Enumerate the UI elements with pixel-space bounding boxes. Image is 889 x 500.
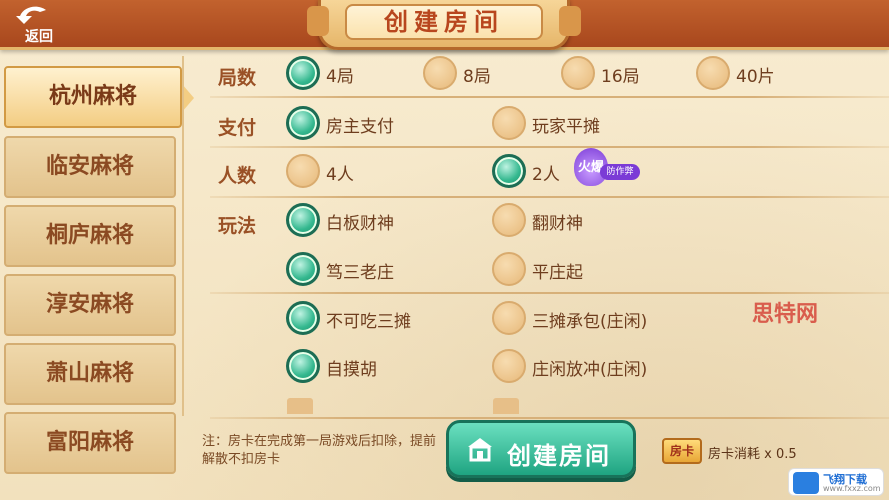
checkbox-selected (286, 203, 320, 237)
watermark-logo: 飞翔下载 www.fxxz.com (788, 468, 884, 496)
option-label: 房主支付 (326, 117, 394, 137)
rounds-option-4[interactable]: 4局 (286, 56, 386, 92)
checkbox-unselected (287, 398, 313, 414)
sidebar-item-linan[interactable]: 临安麻将 (4, 136, 176, 198)
sidebar-item-chunan[interactable]: 淳安麻将 (4, 274, 176, 336)
rounds-option-16[interactable]: 16局 (561, 56, 661, 92)
divider (210, 146, 889, 148)
option-label: 自摸胡 (326, 360, 377, 380)
checkbox-unselected (492, 349, 526, 383)
sidebar-item-fuyang[interactable]: 富阳麻将 (4, 412, 176, 474)
rule-option-fan-caishen[interactable]: 翻财神 (492, 203, 672, 239)
house-icon (468, 438, 492, 462)
anticheat-tag: 防作弊 (600, 164, 640, 180)
players-label: 人数 (218, 165, 257, 187)
checkbox-unselected (492, 252, 526, 286)
watermark-logo-line2: www.fxxz.com (823, 484, 881, 493)
radio-unselected (423, 56, 457, 90)
radio-selected (492, 154, 526, 188)
back-button[interactable]: 返回 (12, 2, 66, 48)
checkbox-unselected (492, 203, 526, 237)
option-label: 40片 (736, 67, 775, 87)
rule-option-bukechi-santan[interactable]: 不可吃三摊 (286, 301, 466, 337)
sidebar-item-hangzhou[interactable]: 杭州麻将 (4, 66, 194, 128)
page-title: 创建房间 (345, 4, 543, 40)
rule-option-zimohu[interactable]: 自摸胡 (286, 349, 466, 385)
option-label: 翻财神 (532, 214, 583, 234)
create-room-label: 创建房间 (507, 442, 611, 470)
rule-option-dusan-laozhuang[interactable]: 笃三老庄 (286, 252, 466, 288)
rule-option-baiban-caishen[interactable]: 白板财神 (286, 203, 466, 239)
radio-unselected (696, 56, 730, 90)
watermark-text: 思特网 (752, 302, 819, 327)
rule-option-pingzhuangqi[interactable]: 平庄起 (492, 252, 672, 288)
divider (210, 196, 889, 198)
option-label: 不可吃三摊 (326, 312, 411, 332)
option-label: 4局 (326, 67, 354, 87)
plaque-left-ornament (307, 6, 329, 36)
payment-option-host[interactable]: 房主支付 (286, 106, 446, 142)
option-label: 笃三老庄 (326, 263, 394, 283)
header-bar: 返回 创建房间 (0, 0, 889, 50)
back-arrow-icon (16, 6, 46, 24)
rule-option-zhuangxian-fangchong[interactable]: 庄闲放冲(庄闲) (492, 349, 692, 385)
payment-option-split[interactable]: 玩家平摊 (492, 106, 652, 142)
watermark-logo-icon (793, 472, 819, 494)
divider (210, 96, 889, 98)
room-card-icon: 房卡 (662, 438, 702, 464)
hot-anticheat-badge: 火爆 防作弊 (574, 148, 640, 186)
divider (210, 292, 889, 294)
option-label: 平庄起 (532, 263, 583, 283)
divider (210, 417, 889, 419)
players-option-2[interactable]: 2人 火爆 防作弊 (492, 148, 652, 190)
radio-unselected (561, 56, 595, 90)
option-label: 4人 (326, 165, 354, 185)
checkbox-unselected (492, 301, 526, 335)
checkbox-unselected (493, 398, 519, 414)
back-label: 返回 (25, 29, 53, 45)
checkbox-selected (286, 301, 320, 335)
plaque-right-ornament (559, 6, 581, 36)
option-label: 8局 (463, 67, 491, 87)
rounds-option-40[interactable]: 40片 (696, 56, 796, 92)
clipped-options-row (287, 394, 687, 414)
option-label: 玩家平摊 (532, 117, 600, 137)
title-plaque: 创建房间 (307, 0, 581, 50)
create-room-button[interactable]: 创建房间 (446, 420, 636, 478)
payment-label: 支付 (218, 117, 257, 139)
sidebar-item-tonglu[interactable]: 桐庐麻将 (4, 205, 176, 267)
card-deduction-note: 注：房卡在完成第一局游戏后扣除，提前解散不扣房卡 (202, 434, 437, 467)
rule-option-santan-chengbao[interactable]: 三摊承包(庄闲) (492, 301, 692, 337)
radio-unselected (492, 106, 526, 140)
players-option-4[interactable]: 4人 (286, 154, 446, 190)
room-card-cost-label: 房卡消耗 x 0.5 (708, 447, 797, 462)
rounds-label: 局数 (218, 67, 257, 89)
radio-selected (286, 56, 320, 90)
sidebar-item-xiaoshan[interactable]: 萧山麻将 (4, 343, 176, 405)
option-label: 白板财神 (326, 214, 394, 234)
rounds-option-8[interactable]: 8局 (423, 56, 523, 92)
option-label: 三摊承包(庄闲) (532, 312, 648, 332)
checkbox-selected (286, 252, 320, 286)
game-sidebar: 杭州麻将 临安麻将 桐庐麻将 淳安麻将 萧山麻将 富阳麻将 (0, 62, 194, 500)
option-label: 2人 (532, 165, 560, 185)
radio-unselected (286, 154, 320, 188)
option-label: 16局 (601, 67, 640, 87)
rules-label: 玩法 (218, 215, 257, 237)
checkbox-selected (286, 349, 320, 383)
option-label: 庄闲放冲(庄闲) (532, 360, 648, 380)
radio-selected (286, 106, 320, 140)
